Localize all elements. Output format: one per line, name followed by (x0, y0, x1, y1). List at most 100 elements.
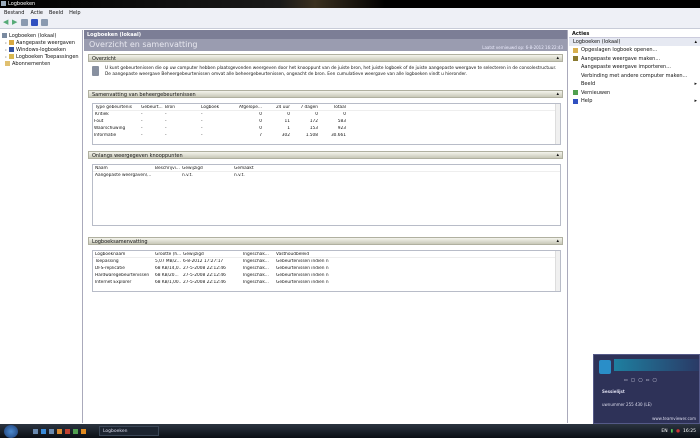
column-header[interactable]: Afgelope... (233, 105, 265, 110)
table-cell: Gebeurtenissen indien n... (276, 266, 329, 271)
table-cell: 27-5-2008 22:12:46 (183, 266, 226, 271)
start-button[interactable] (4, 424, 18, 438)
table-cell: 30.661 (330, 133, 346, 138)
table-row[interactable]: Fout - - - 0 11 172 583 (93, 118, 560, 125)
action-item[interactable]: Beeld ▸ (569, 80, 700, 89)
tree-item[interactable]: Logboeken (lokaal) (2, 32, 80, 39)
table-cell: Ingeschak... (243, 259, 269, 264)
node-icon (9, 40, 15, 45)
forward-icon[interactable]: ▶ (12, 19, 18, 26)
table-cell: - (141, 119, 143, 124)
menu-actie[interactable]: Actie (30, 10, 43, 16)
table-cell: Waarschuwing (94, 126, 126, 131)
table-cell: Aangepaste weergaven\... (95, 173, 152, 178)
column-header[interactable]: 7 dagen (293, 105, 321, 110)
action-item[interactable]: Opgeslagen logboek openen... (569, 46, 700, 55)
column-header[interactable]: Gemaakt (232, 166, 282, 171)
teamviewer-tools[interactable]: ▭◯◯▭◯ (624, 377, 660, 382)
table-row[interactable]: Internet Explorer 68 KB/1,00... 27-5-2008 … (93, 279, 560, 286)
quicklaunch-icon[interactable] (57, 428, 62, 434)
table-cell: Informatie (94, 133, 117, 138)
table-cell: n.v.t. (234, 173, 245, 178)
action-pane-icon[interactable] (41, 19, 48, 26)
table-row[interactable]: Aangepaste weergaven\... n.v.t. n.v.t. (93, 172, 560, 179)
quicklaunch-icon[interactable] (49, 428, 54, 434)
table-cell: Kritiek (95, 112, 109, 117)
node-icon (9, 54, 15, 59)
clock[interactable]: 16:25 (683, 429, 696, 434)
tree-item[interactable]: ▹ Aangepaste weergaven (2, 39, 80, 46)
teamviewer-tray-icon[interactable]: ● (676, 429, 680, 434)
column-header[interactable]: Gewijzigd (180, 166, 232, 171)
column-header[interactable]: Gebeurt... (139, 105, 163, 110)
help-icon[interactable] (31, 19, 38, 26)
table-row[interactable]: Waarschuwing - - - 0 1 153 923 (93, 125, 560, 132)
section-admin-summary[interactable]: Samenvatting van beheergebeurtenissen ▴ (88, 90, 563, 98)
table-row[interactable]: Hardwaregebeurtenissen 68 KB/20... 27-5-20… (93, 272, 560, 279)
tree-item-label: Windows-logboeken (16, 46, 67, 53)
column-header[interactable]: Beschrijvi... (153, 166, 180, 171)
table-cell: 0 (259, 112, 262, 117)
tree-item[interactable]: ▹ Logboeken Toepassingen en services (2, 53, 80, 60)
column-header[interactable]: Bron (163, 105, 199, 110)
table-cell: Gebeurtenissen indien n... (276, 280, 329, 285)
column-header[interactable]: Totaal (321, 105, 349, 110)
quicklaunch-icon[interactable] (81, 428, 86, 434)
table-cell: - (201, 126, 203, 131)
scrollbar[interactable] (555, 104, 560, 144)
table-row[interactable]: DFS-replicatie 68 KB/14,0... 27-5-2008 22:… (93, 265, 560, 272)
language-indicator[interactable]: EN (661, 429, 667, 434)
ie-icon[interactable] (41, 428, 46, 434)
teamviewer-url[interactable]: www.teamviewer.com (652, 416, 696, 421)
column-header[interactable]: Ingeschak... (241, 252, 274, 257)
column-header[interactable]: Logboek (199, 105, 233, 110)
action-item[interactable]: Aangepaste weergave maken... (569, 55, 700, 64)
section-log-summary[interactable]: Logboeksamenvatting ▴ (88, 237, 563, 245)
actions-section[interactable]: Logboeken (lokaal) ▴ (569, 38, 700, 46)
column-header[interactable]: Vasthoudbeleid (274, 252, 329, 257)
action-item[interactable]: Verbinding met andere computer maken... (569, 72, 700, 81)
action-item[interactable]: Help ▸ (569, 97, 700, 106)
table-row[interactable]: Kritiek - - - 0 0 0 0 (93, 111, 560, 118)
teamviewer-session-list[interactable]: Sessielijst (602, 389, 625, 394)
column-header[interactable]: Grootte (h... (153, 252, 181, 257)
table-cell: Ingeschak... (243, 273, 269, 278)
column-header[interactable]: Logboeknaam (93, 252, 153, 257)
taskbar-item-logboeken[interactable]: Logboeken (99, 426, 159, 436)
quicklaunch-icon[interactable] (73, 428, 78, 434)
action-item[interactable]: Aangepaste weergave importeren... (569, 63, 700, 72)
log-summary-table: Logboeknaam Grootte (h... Gewijzigd Ingesch… (92, 250, 561, 292)
table-cell: Hardwaregebeurtenissen (95, 273, 150, 278)
menu-beeld[interactable]: Beeld (49, 10, 63, 16)
console-tree-icon[interactable] (21, 19, 28, 26)
table-row[interactable]: Informatie - - - 7 302 1.508 30.661 (93, 132, 560, 139)
quicklaunch-icon[interactable] (65, 428, 70, 434)
section-overview[interactable]: Overzicht ▴ (88, 54, 563, 62)
scrollbar[interactable] (555, 251, 560, 291)
tree-item[interactable]: Abonnementen (2, 60, 80, 67)
table-cell: - (201, 133, 203, 138)
table-cell: 0 (315, 112, 318, 117)
expand-icon[interactable]: ▹ (5, 40, 7, 45)
filter-icon (573, 56, 578, 62)
column-header[interactable]: Type gebeurtenis (93, 105, 139, 110)
back-icon[interactable]: ◀ (3, 19, 9, 26)
column-header[interactable]: Naam (93, 166, 153, 171)
menu-bestand[interactable]: Bestand (4, 10, 24, 16)
help-icon (573, 98, 578, 104)
column-header[interactable]: Gewijzigd (181, 252, 241, 257)
menu-help[interactable]: Help (69, 10, 80, 16)
expand-icon[interactable]: ▹ (5, 54, 7, 59)
table-cell: - (141, 126, 143, 131)
window-title: Logboeken (8, 1, 36, 7)
table-row[interactable]: Toepassing 5,07 MB/2... 6-8-2012 17:27:17 I… (93, 258, 560, 265)
column-header[interactable]: 24 uur (265, 105, 293, 110)
network-icon[interactable]: ▮ (671, 429, 673, 434)
console-tree: Logboeken (lokaal) ▹ Aangepaste weergaven ▹… (0, 30, 83, 423)
tree-item[interactable]: ▹ Windows-logboeken (2, 46, 80, 53)
action-item[interactable]: Vernieuwen (569, 89, 700, 98)
section-recent-nodes[interactable]: Onlangs weergegeven knooppunten ▴ (88, 151, 563, 159)
quicklaunch-icon[interactable] (33, 428, 38, 434)
expand-icon[interactable]: ▹ (5, 47, 7, 52)
table-cell: Ingeschak... (243, 280, 269, 285)
